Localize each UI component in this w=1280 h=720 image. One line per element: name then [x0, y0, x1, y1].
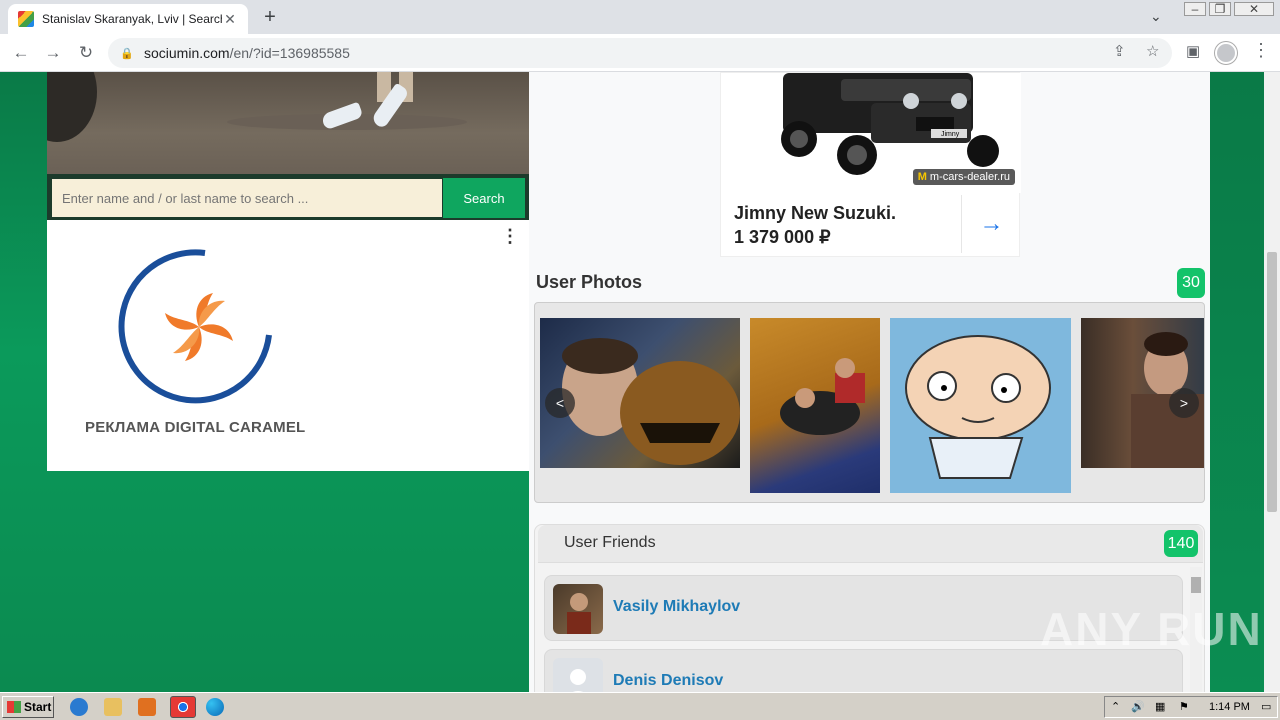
- photo-thumbnail[interactable]: [890, 318, 1071, 493]
- anyrun-watermark: ANY RUN: [1040, 603, 1263, 655]
- show-desktop-icon[interactable]: ▭: [1261, 700, 1271, 713]
- windows-logo-icon: [7, 701, 21, 713]
- ie-icon[interactable]: [70, 698, 88, 716]
- digital-caramel-logo: [118, 249, 272, 404]
- minimize-window-button[interactable]: –: [1184, 2, 1206, 16]
- back-arrow-icon[interactable]: ←: [10, 42, 32, 64]
- browser-toolbar: ← → ↻ 🔒 sociumin.com/en/?id=136985585 ⇪ …: [0, 34, 1280, 72]
- car-ad-text: Jimny New Suzuki. 1 379 000 ₽: [734, 201, 896, 249]
- new-tab-button[interactable]: +: [258, 4, 282, 30]
- header-photo-art: [17, 72, 467, 142]
- friend-name-link[interactable]: Denis Denisov: [613, 672, 723, 690]
- bookmark-star-icon[interactable]: ☆: [1146, 42, 1159, 60]
- license-plate-text: Jimny: [941, 131, 960, 138]
- tab-title: Stanislav Skaranyak, Lviv | Search In: [42, 12, 222, 26]
- right-column: Jimny M m-cars-dealer.ru Jimny New Suzuk…: [529, 72, 1210, 692]
- lock-icon: 🔒: [120, 47, 134, 60]
- user-friends-header: User Friends 140: [538, 525, 1203, 563]
- car-advertisement[interactable]: Jimny M m-cars-dealer.ru Jimny New Suzuk…: [720, 72, 1021, 257]
- media-player-icon[interactable]: [138, 698, 156, 716]
- user-photos-title: User Photos: [536, 272, 643, 292]
- ad-menu-icon[interactable]: ⋮: [501, 226, 519, 247]
- friend-avatar: [553, 584, 603, 634]
- address-bar[interactable]: 🔒 sociumin.com/en/?id=136985585: [108, 38, 1172, 68]
- car-ad-title: Jimny New Suzuki.: [734, 203, 897, 223]
- reload-icon[interactable]: ↻: [75, 42, 97, 64]
- friends-scroll-thumb[interactable]: [1191, 577, 1201, 593]
- profile-avatar-icon[interactable]: [1215, 42, 1237, 64]
- right-margin: [1210, 72, 1264, 692]
- page-scrollbar[interactable]: [1264, 72, 1280, 692]
- flag-icon[interactable]: ⚑: [1179, 700, 1189, 713]
- dealer-name: m-cars-dealer.ru: [929, 171, 1010, 183]
- photo-thumbnail[interactable]: [750, 318, 880, 493]
- friend-name-link[interactable]: Vasily Mikhaylov: [613, 598, 740, 616]
- start-button[interactable]: Start: [2, 696, 54, 718]
- photos-count-badge: 30: [1177, 268, 1205, 298]
- carousel-next-button[interactable]: >: [1169, 388, 1199, 418]
- friend-avatar-art: [567, 593, 591, 634]
- search-bar: Search: [47, 174, 529, 220]
- left-advertisement[interactable]: ⋮ РЕКЛАМА DIGITAL CARAMEL: [47, 220, 529, 471]
- restore-window-button[interactable]: ❐: [1209, 2, 1231, 16]
- browser-tab-strip: Stanislav Skaranyak, Lviv | Search In ✕ …: [0, 0, 1280, 34]
- photo-art: [780, 358, 865, 435]
- browser-menu-icon[interactable]: ⋮: [1252, 40, 1270, 61]
- carousel-prev-button[interactable]: <: [545, 388, 575, 418]
- explorer-icon[interactable]: [104, 698, 122, 716]
- friends-count-badge: 140: [1164, 530, 1198, 557]
- start-label: Start: [24, 700, 52, 714]
- windows-taskbar: Start ⌃ 🔊 ▦ ⚑ 1:14 PM ▭: [0, 692, 1280, 720]
- chrome-icon[interactable]: [170, 696, 196, 718]
- tray-expand-icon[interactable]: ⌃: [1111, 700, 1120, 713]
- left-column: Search ⋮ РЕКЛАМА DIGITAL CARAMEL: [17, 72, 529, 471]
- url-path: /en/?id=136985585: [229, 45, 350, 61]
- forward-arrow-icon[interactable]: →: [42, 42, 64, 64]
- search-input[interactable]: [52, 179, 442, 217]
- dealer-label: M m-cars-dealer.ru: [912, 169, 1015, 185]
- system-tray: ⌃ 🔊 ▦ ⚑ 1:14 PM ▭: [1104, 696, 1278, 718]
- friend-avatar: [553, 658, 603, 692]
- network-icon[interactable]: ▦: [1155, 700, 1165, 713]
- url-host: sociumin.com: [144, 45, 230, 61]
- close-window-button[interactable]: ✕: [1234, 2, 1274, 16]
- default-user-icon: [570, 669, 586, 692]
- page-scroll-thumb[interactable]: [1267, 252, 1277, 512]
- close-tab-icon[interactable]: ✕: [222, 11, 238, 28]
- header-photo: [17, 72, 529, 174]
- page-content: Search ⋮ РЕКЛАМА DIGITAL CARAMEL: [0, 72, 1264, 692]
- search-button[interactable]: Search: [443, 178, 525, 218]
- browser-tab[interactable]: Stanislav Skaranyak, Lviv | Search In ✕: [8, 4, 248, 34]
- user-photos-carousel: < >: [534, 302, 1205, 503]
- side-panel-icon[interactable]: ▣: [1186, 42, 1200, 60]
- tab-search-chevron-icon[interactable]: ⌄: [1150, 8, 1162, 25]
- site-favicon-icon: [18, 11, 34, 27]
- photo-art: [905, 335, 1051, 479]
- ad-caption: РЕКЛАМА DIGITAL CARAMEL: [85, 419, 306, 436]
- edge-icon[interactable]: [206, 698, 224, 716]
- share-icon[interactable]: ⇪: [1113, 42, 1126, 60]
- user-friends-title: User Friends: [564, 534, 656, 551]
- dealer-logo-icon: M: [917, 171, 927, 183]
- ad-arrow-icon[interactable]: →: [961, 195, 1021, 253]
- volume-icon[interactable]: 🔊: [1131, 700, 1145, 713]
- car-ad-price: 1 379 000 ₽: [734, 227, 831, 247]
- taskbar-clock: 1:14 PM: [1209, 701, 1250, 713]
